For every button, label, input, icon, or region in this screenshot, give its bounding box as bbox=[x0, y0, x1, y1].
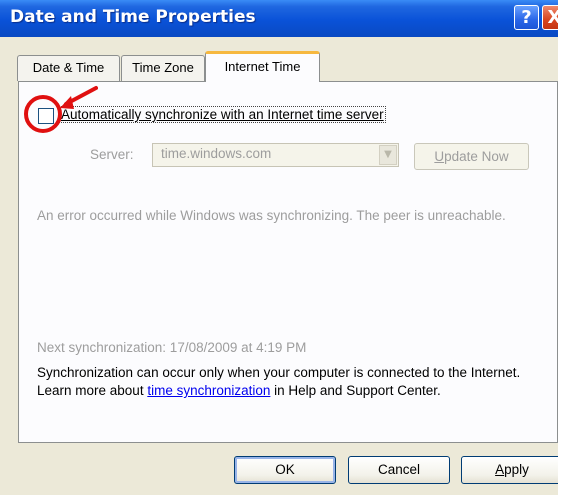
chevron-down-icon[interactable]: ▼ bbox=[379, 145, 397, 165]
apply-button[interactable]: Apply bbox=[461, 456, 558, 484]
auto-sync-label[interactable]: Automatically synchronize with an Intern… bbox=[59, 106, 386, 123]
ok-button[interactable]: OK bbox=[234, 456, 336, 484]
help-button[interactable]: ? bbox=[514, 5, 539, 30]
tab-time-zone[interactable]: Time Zone bbox=[121, 55, 205, 81]
help-icon: ? bbox=[521, 7, 532, 28]
dialog-window: Date and Time Properties ? X Date & Time… bbox=[0, 0, 558, 495]
tab-date-time[interactable]: Date & Time bbox=[17, 55, 120, 81]
update-now-label: pdate Now bbox=[444, 149, 509, 164]
auto-sync-label-text: utomatically synchronize with an Interne… bbox=[70, 107, 384, 122]
tab-internet-time[interactable]: Internet Time bbox=[205, 51, 320, 82]
window-title: Date and Time Properties bbox=[10, 7, 256, 27]
time-sync-help-link[interactable]: time synchronization bbox=[147, 383, 270, 398]
update-now-mnemonic: U bbox=[434, 149, 445, 164]
apply-mnemonic: A bbox=[495, 462, 505, 477]
sync-note-after: in Help and Support Center. bbox=[270, 383, 441, 398]
server-select[interactable]: time.windows.com ▼ bbox=[152, 143, 399, 167]
server-value: time.windows.com bbox=[161, 146, 272, 161]
next-sync-text: Next synchronization: 17/08/2009 at 4:19… bbox=[37, 340, 307, 355]
title-bar[interactable]: Date and Time Properties ? X bbox=[0, 0, 558, 37]
update-now-button[interactable]: Update Now bbox=[414, 143, 529, 170]
close-button[interactable]: X bbox=[542, 5, 558, 30]
sync-error-message: An error occurred while Windows was sync… bbox=[37, 208, 506, 223]
annotation-arrow-icon bbox=[60, 86, 98, 109]
apply-label: pply bbox=[504, 462, 529, 477]
sync-note: Synchronization can occur only when your… bbox=[37, 364, 542, 400]
cancel-button[interactable]: Cancel bbox=[348, 456, 450, 484]
server-label: Server: bbox=[90, 147, 134, 162]
close-icon: X bbox=[547, 7, 558, 28]
